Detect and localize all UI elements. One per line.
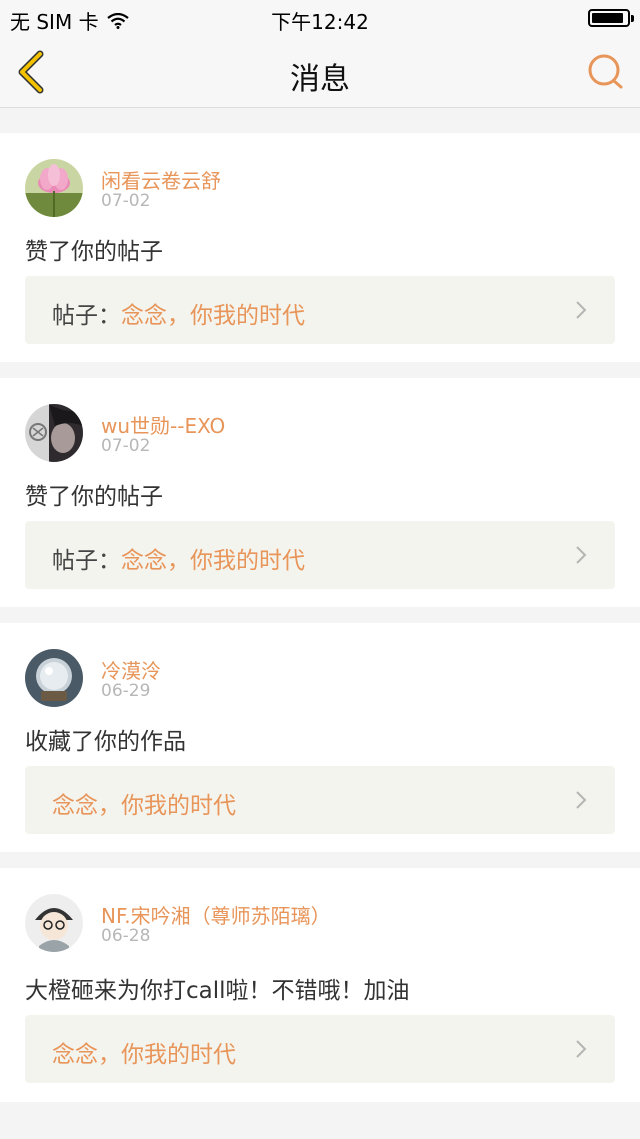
post-reference-prefix: 帖子： xyxy=(52,303,121,329)
message-text: 赞了你的帖子 xyxy=(25,484,163,510)
message-text: 大橙砸来为你打call啦！不错哦！加油 xyxy=(25,978,410,1004)
username[interactable]: 冷漠泠 xyxy=(101,655,161,684)
cartoon-avatar-image xyxy=(25,894,83,952)
message-card: 冷漠泠 06-29 收藏了你的作品 念念，你我的时代 xyxy=(0,623,640,852)
work-reference-text: 念念，你我的时代 xyxy=(52,1035,236,1069)
username[interactable]: wu世勋--EXO xyxy=(101,410,225,439)
chevron-right-icon xyxy=(576,546,587,564)
message-date: 07-02 xyxy=(101,436,151,456)
message-card: NF.宋吟湘（尊师苏陌璃） 06-28 大橙砸来为你打call啦！不错哦！加油 … xyxy=(0,868,640,1102)
page-title: 消息 xyxy=(290,62,350,97)
avatar[interactable] xyxy=(25,649,83,707)
message-card: wu世勋--EXO 07-02 赞了你的帖子 帖子：念念，你我的时代 xyxy=(0,378,640,607)
lotus-avatar-image xyxy=(25,159,83,217)
message-date: 06-29 xyxy=(101,681,151,701)
username[interactable]: NF.宋吟湘（尊师苏陌璃） xyxy=(101,900,331,929)
message-card: 闲看云卷云舒 07-02 赞了你的帖子 帖子：念念，你我的时代 xyxy=(0,133,640,362)
message-date: 06-28 xyxy=(101,926,151,946)
username[interactable]: 闲看云卷云舒 xyxy=(101,165,221,194)
post-title: 念念，你我的时代 xyxy=(121,548,305,574)
chevron-right-icon xyxy=(576,301,587,319)
message-text: 赞了你的帖子 xyxy=(25,239,163,265)
work-title: 念念，你我的时代 xyxy=(52,793,236,819)
chevron-right-icon xyxy=(576,791,587,809)
post-title: 念念，你我的时代 xyxy=(121,303,305,329)
status-bar: 无 SIM 卡 下午12:42 xyxy=(0,0,640,36)
post-reference[interactable]: 帖子：念念，你我的时代 xyxy=(25,521,615,589)
post-reference-prefix: 帖子： xyxy=(52,548,121,574)
post-reference[interactable]: 帖子：念念，你我的时代 xyxy=(25,276,615,344)
post-reference-text: 帖子：念念，你我的时代 xyxy=(52,541,305,575)
battery-icon xyxy=(588,9,634,27)
avatar[interactable] xyxy=(25,404,83,462)
clock: 下午12:42 xyxy=(271,10,369,34)
work-reference-text: 念念，你我的时代 xyxy=(52,786,236,820)
search-button[interactable] xyxy=(584,50,628,94)
chevron-right-icon xyxy=(576,1040,587,1058)
search-icon xyxy=(588,54,623,89)
battery-level xyxy=(592,13,623,23)
avatar[interactable] xyxy=(25,159,83,217)
work-title: 念念，你我的时代 xyxy=(52,1042,236,1068)
message-date: 07-02 xyxy=(101,191,151,211)
work-reference[interactable]: 念念，你我的时代 xyxy=(25,766,615,834)
avatar[interactable] xyxy=(25,894,83,952)
post-reference-text: 帖子：念念，你我的时代 xyxy=(52,296,305,330)
nav-bar: 消息 xyxy=(0,36,640,108)
portrait-avatar-image xyxy=(25,404,83,462)
message-text: 收藏了你的作品 xyxy=(25,729,186,755)
crystal-ball-avatar-image xyxy=(25,649,83,707)
work-reference[interactable]: 念念，你我的时代 xyxy=(25,1015,615,1083)
